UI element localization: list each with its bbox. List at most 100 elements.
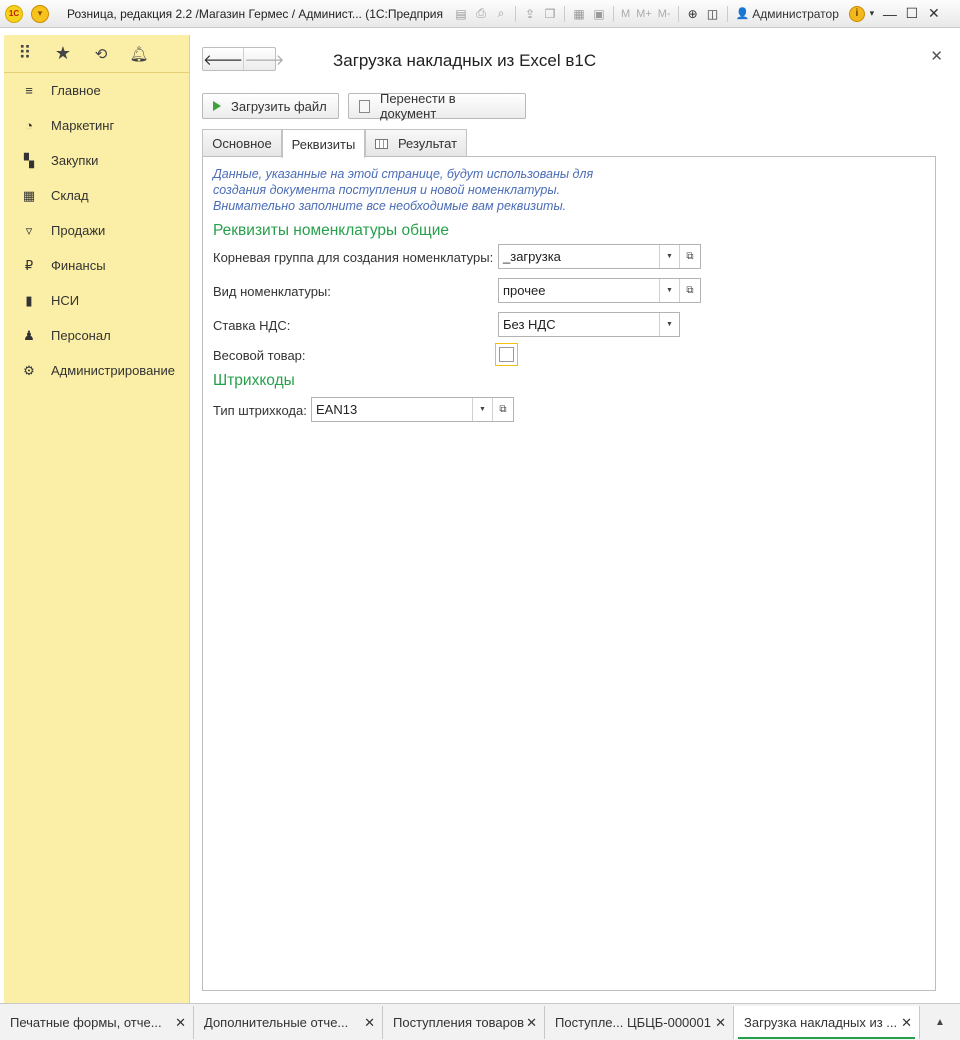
- memory-plus-button[interactable]: M+: [636, 8, 652, 20]
- print-icon[interactable]: ⎙: [471, 4, 491, 24]
- nom-kind-value[interactable]: прочее: [499, 279, 659, 302]
- ruble-coin-icon: ₽: [24, 257, 34, 273]
- close-form-icon[interactable]: ✕: [930, 47, 943, 65]
- sidebar-item-administration[interactable]: ⚙ Администрирование: [4, 353, 189, 388]
- save-icon[interactable]: ▤: [451, 4, 471, 24]
- tab-result[interactable]: Результат: [365, 129, 467, 157]
- open-item-icon[interactable]: ⧉: [679, 245, 700, 268]
- barcode-type-value[interactable]: EAN13: [312, 398, 472, 421]
- info-note: Данные, указанные на этой странице, буду…: [213, 167, 594, 213]
- window-tab-invoice-upload[interactable]: Загрузка накладных из ... ✕: [734, 1006, 920, 1039]
- dropdown-arrow-icon[interactable]: ▼: [659, 313, 679, 336]
- user-icon: 👤: [735, 8, 750, 20]
- forward-arrow-icon[interactable]: 🡒: [243, 48, 284, 70]
- basket-icon: ▿: [25, 222, 33, 238]
- panels-icon[interactable]: ◫: [703, 4, 723, 24]
- minimize-button[interactable]: —: [879, 4, 901, 24]
- gear-icon: ⚙: [23, 362, 35, 378]
- back-arrow-icon[interactable]: 🡐: [203, 48, 243, 70]
- sidebar-item-personnel[interactable]: ♟ Персонал: [4, 318, 189, 353]
- apps-grid-icon[interactable]: ⠿: [16, 43, 34, 63]
- person-icon: ♟: [23, 327, 35, 343]
- window-tab-goods-receipts[interactable]: Поступления товаров ✕: [383, 1006, 545, 1039]
- load-file-button[interactable]: Загрузить файл: [202, 93, 339, 119]
- dropdown-arrow-icon[interactable]: ▼: [659, 279, 679, 302]
- requisites-panel: Данные, указанные на этой странице, буду…: [202, 156, 936, 991]
- weighted-label: Весовой товар:: [213, 348, 306, 363]
- history-icon[interactable]: ⟲: [92, 45, 110, 63]
- close-window-button[interactable]: ✕: [923, 4, 945, 24]
- form-title: Загрузка накладных из Excel в1С: [333, 51, 597, 70]
- info-icon[interactable]: i: [848, 5, 865, 22]
- sections-list: ≡ Главное ◔ Маркетинг ▚ Закупки ▦ Склад ▿ Про…: [4, 73, 189, 388]
- play-icon: [213, 101, 221, 111]
- sidebar: ⠿ ★ ⟲ 🔔︎ ≡ Главное ◔ Маркетинг ▚ Закупки ▦ С…: [4, 35, 190, 1003]
- books-icon: ▮: [25, 292, 33, 308]
- weighted-checkbox[interactable]: [499, 347, 514, 362]
- window-title-bar: 1С ▾ Розница, редакция 2.2 /Магазин Герм…: [0, 0, 960, 28]
- warehouse-grid-icon: ▦: [22, 187, 36, 203]
- tab-main[interactable]: Основное: [202, 129, 282, 157]
- group-title-barcodes: Штрихкоды: [213, 372, 295, 389]
- current-user[interactable]: 👤 Администратор: [736, 7, 839, 21]
- transfer-to-document-button[interactable]: Перенести в документ: [348, 91, 526, 121]
- window-list-up-icon[interactable]: ▲: [920, 1004, 960, 1040]
- window-title: Розница, редакция 2.2 /Магазин Гермес / …: [67, 6, 443, 21]
- quick-access-bar: ⠿ ★ ⟲ 🔔︎: [4, 35, 189, 73]
- zoom-icon[interactable]: ⊕: [683, 4, 703, 24]
- close-tab-icon[interactable]: ✕: [364, 1015, 375, 1031]
- group-title-nomenclature: Реквизиты номенклатуры общие: [213, 222, 450, 239]
- sidebar-item-nsi[interactable]: ▮ НСИ: [4, 283, 189, 318]
- title-toolbar: ▤ ⎙ ⌕ ⇪ ❐ ▦ ▣ M M+ M- ⊕ ◫: [451, 4, 732, 24]
- nom-kind-label: Вид номенклатуры:: [213, 284, 331, 299]
- calculator-icon[interactable]: ▦: [569, 4, 589, 24]
- dropdown-arrow-icon[interactable]: ▼: [472, 398, 492, 421]
- nom-kind-field[interactable]: прочее ▼ ⧉: [498, 278, 701, 303]
- open-windows-bar: Печатные формы, отче... ✕ Дополнительные…: [0, 1003, 960, 1040]
- close-tab-icon[interactable]: ✕: [715, 1015, 726, 1031]
- preview-icon[interactable]: ⌕: [491, 4, 511, 24]
- history-nav: 🡐 🡒: [202, 47, 284, 71]
- form-area: 🡐 🡒 Загрузка накладных из Excel в1С ✕ За…: [191, 35, 956, 1003]
- open-item-icon[interactable]: ⧉: [679, 279, 700, 302]
- root-group-field[interactable]: _загрузка ▼ ⧉: [498, 244, 701, 269]
- pie-chart-icon: ◔: [25, 118, 33, 133]
- weighted-checkbox-focus[interactable]: [495, 343, 518, 366]
- sidebar-item-main[interactable]: ≡ Главное: [4, 73, 189, 108]
- root-group-label: Корневая группа для создания номенклатур…: [213, 250, 494, 265]
- attach-icon[interactable]: ⇪: [520, 4, 540, 24]
- sidebar-item-marketing[interactable]: ◔ Маркетинг: [4, 108, 189, 143]
- cart-icon: ▚: [24, 152, 34, 168]
- dropdown-arrow-icon[interactable]: ▼: [659, 245, 679, 268]
- sidebar-item-warehouse[interactable]: ▦ Склад: [4, 178, 189, 213]
- info-dropdown-icon[interactable]: ▾: [865, 4, 879, 24]
- 1c-logo-icon: 1С: [5, 4, 23, 23]
- vat-rate-value[interactable]: Без НДС: [499, 313, 659, 336]
- document-icon: [359, 99, 370, 113]
- favorites-star-icon[interactable]: ★: [54, 43, 72, 63]
- window-tab-receipt-document[interactable]: Поступле... ЦБЦБ-000001 ✕: [545, 1006, 734, 1039]
- copy-icon[interactable]: ❐: [540, 4, 560, 24]
- memory-minus-button[interactable]: M-: [658, 8, 671, 20]
- barcode-type-field[interactable]: EAN13 ▼ ⧉: [311, 397, 514, 422]
- open-item-icon[interactable]: ⧉: [492, 398, 513, 421]
- notifications-bell-icon[interactable]: 🔔︎: [129, 45, 148, 63]
- sidebar-item-purchases[interactable]: ▚ Закупки: [4, 143, 189, 178]
- sidebar-item-finance[interactable]: ₽ Финансы: [4, 248, 189, 283]
- close-tab-icon[interactable]: ✕: [526, 1015, 537, 1031]
- vat-rate-label: Ставка НДС:: [213, 318, 291, 333]
- root-group-value[interactable]: _загрузка: [499, 245, 659, 268]
- tab-requisites[interactable]: Реквизиты: [282, 129, 365, 158]
- sidebar-item-sales[interactable]: ▿ Продажи: [4, 213, 189, 248]
- close-tab-icon[interactable]: ✕: [175, 1015, 186, 1031]
- maximize-button[interactable]: ☐: [901, 4, 923, 24]
- calendar-icon[interactable]: ▣: [589, 4, 609, 24]
- window-tab-print-forms[interactable]: Печатные формы, отче... ✕: [0, 1006, 194, 1039]
- main-menu-dropdown-icon[interactable]: ▾: [31, 4, 49, 23]
- table-icon: [374, 138, 388, 149]
- memory-button[interactable]: M: [621, 8, 630, 20]
- vat-rate-field[interactable]: Без НДС ▼: [498, 312, 680, 337]
- barcode-type-label: Тип штрихкода:: [213, 403, 307, 418]
- close-tab-icon[interactable]: ✕: [901, 1015, 912, 1031]
- window-tab-additional-reports[interactable]: Дополнительные отче... ✕: [194, 1006, 383, 1039]
